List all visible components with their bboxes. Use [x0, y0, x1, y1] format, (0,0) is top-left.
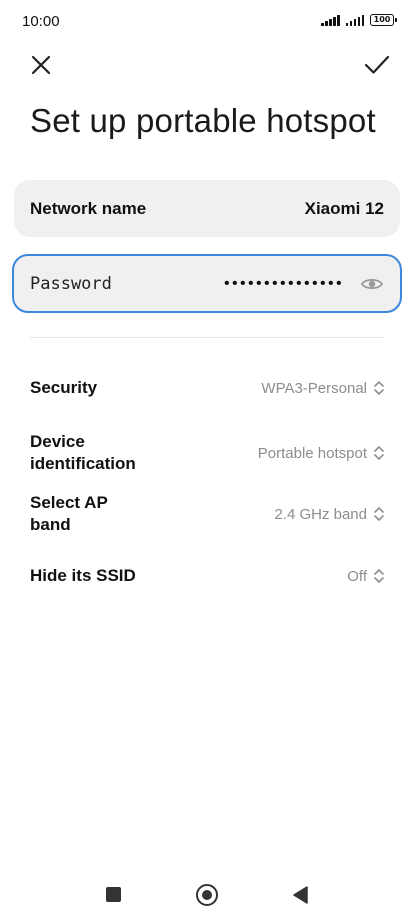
setting-value: WPA3-Personal	[261, 379, 367, 397]
setting-value-selector[interactable]: Portable hotspot	[258, 444, 386, 462]
page-title: Set up portable hotspot	[30, 102, 376, 139]
home-button[interactable]	[196, 884, 218, 906]
setting-value-selector[interactable]: WPA3-Personal	[261, 379, 386, 397]
setting-label: Device identification	[30, 432, 136, 473]
close-button[interactable]	[26, 50, 56, 80]
password-input[interactable]: •••••••••••••••	[175, 275, 360, 293]
signal-icon	[321, 14, 340, 26]
setting-value: 2.4 GHz band	[274, 505, 367, 523]
navigation-bar	[0, 870, 414, 920]
password-label: Password	[30, 273, 112, 294]
setting-row-device-identification[interactable]: Device identification Portable hotspot	[30, 431, 386, 475]
chevron-up-down-icon	[374, 381, 384, 395]
setting-row-security[interactable]: Security WPA3-Personal	[30, 377, 386, 399]
status-bar: 10:00 100	[0, 0, 414, 44]
setting-value-selector[interactable]: 2.4 GHz band	[274, 505, 386, 523]
setting-value: Off	[347, 567, 367, 585]
password-field[interactable]: Password •••••••••••••••	[12, 254, 402, 313]
eye-icon[interactable]	[360, 272, 384, 296]
back-button[interactable]	[291, 885, 309, 905]
setting-label: Security	[30, 378, 98, 397]
close-icon	[31, 55, 51, 75]
chevron-up-down-icon	[374, 446, 384, 460]
network-name-label: Network name	[30, 198, 147, 218]
chevron-up-down-icon	[374, 569, 384, 583]
battery-level: 100	[373, 15, 391, 24]
network-name-field[interactable]: Network name Xiaomi 12	[14, 180, 400, 237]
setting-label: Hide its SSID	[30, 566, 136, 585]
signal-icon	[345, 14, 364, 26]
hotspot-setup-screen: 10:00 100 Set up portable hotspot Networ…	[0, 0, 414, 920]
network-name-value: Xiaomi 12	[304, 198, 384, 218]
setting-value: Portable hotspot	[257, 444, 367, 462]
status-indicators: 100	[321, 14, 397, 26]
setting-label: Select AP band	[30, 493, 108, 534]
recent-apps-button[interactable]	[106, 887, 121, 902]
setting-value-selector[interactable]: Off	[347, 567, 386, 585]
checkmark-icon	[364, 55, 390, 74]
confirm-button[interactable]	[362, 50, 392, 80]
status-time: 10:00	[22, 13, 60, 30]
setting-row-hide-ssid[interactable]: Hide its SSID Off	[30, 565, 386, 587]
battery-icon: 100	[370, 14, 397, 26]
setting-row-ap-band[interactable]: Select AP band 2.4 GHz band	[30, 492, 386, 536]
divider	[30, 337, 384, 338]
chevron-up-down-icon	[374, 507, 384, 521]
